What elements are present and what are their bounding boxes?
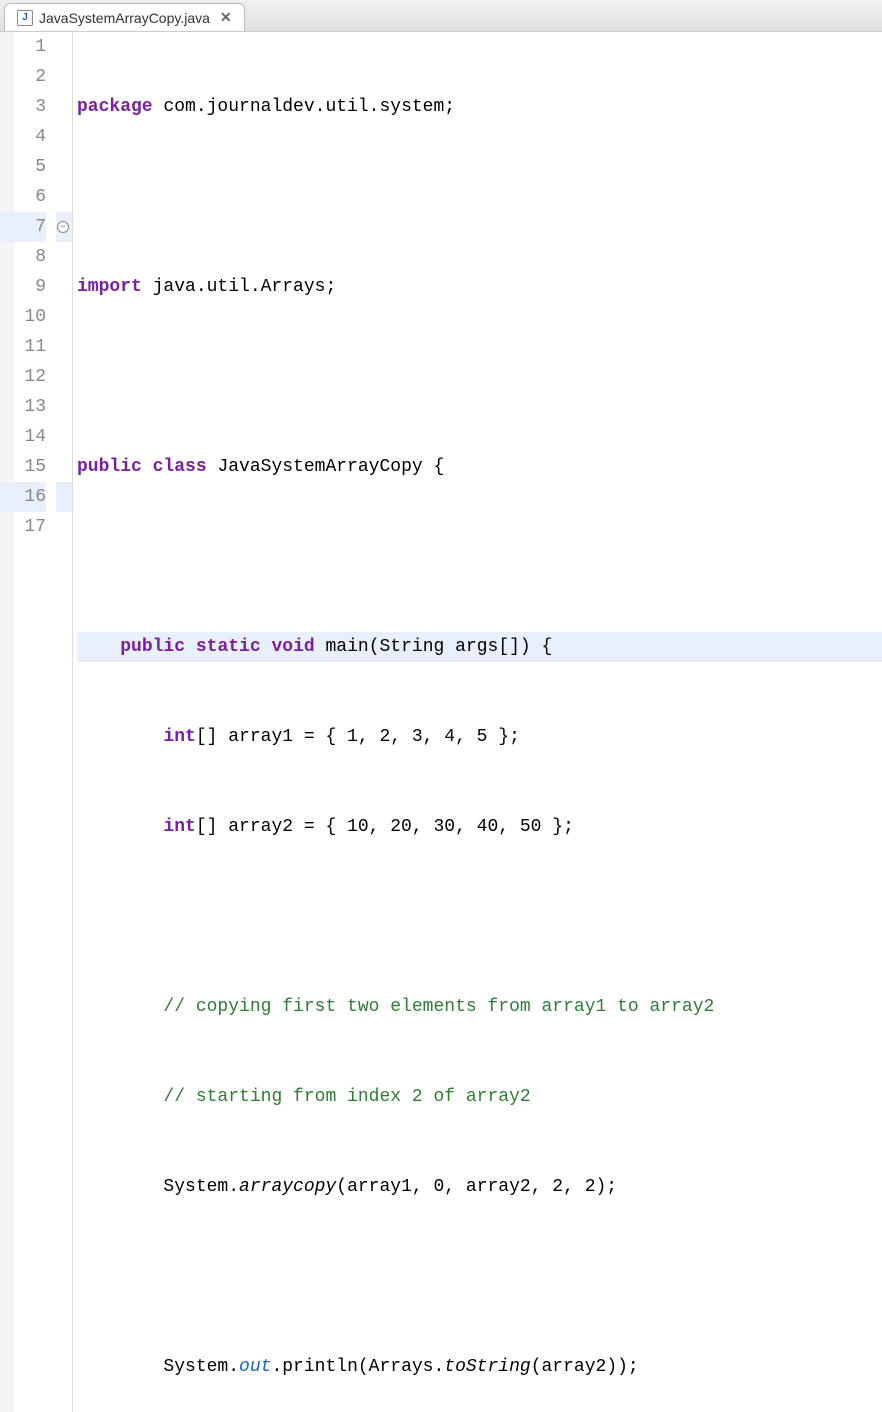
fold-toggle-icon[interactable]: −: [57, 221, 69, 233]
editor-tab[interactable]: J JavaSystemArrayCopy.java ✕: [4, 3, 245, 31]
line-numbers: 123 456 7 8910 111213 1415 16 17: [14, 32, 56, 1412]
keyword: public: [120, 637, 185, 657]
code-content[interactable]: package com.journaldev.util.system; impo…: [73, 32, 882, 1412]
fold-column: −: [56, 32, 72, 1412]
close-icon[interactable]: ✕: [220, 9, 232, 26]
keyword: public: [77, 457, 142, 477]
keyword: void: [271, 637, 314, 657]
keyword: int: [163, 817, 195, 837]
marker-column: [0, 32, 14, 1412]
keyword: class: [153, 457, 207, 477]
tab-bar: J JavaSystemArrayCopy.java ✕: [0, 0, 882, 32]
comment: // copying first two elements from array…: [163, 997, 714, 1017]
keyword: package: [77, 97, 153, 117]
code-editor[interactable]: 123 456 7 8910 111213 1415 16 17 −: [0, 32, 882, 1412]
java-file-icon: J: [17, 10, 33, 26]
tab-filename: JavaSystemArrayCopy.java: [39, 10, 210, 26]
comment: // starting from index 2 of array2: [163, 1087, 530, 1107]
gutter: 123 456 7 8910 111213 1415 16 17 −: [0, 32, 73, 1412]
editor-container: J JavaSystemArrayCopy.java ✕ 123 456 7 8…: [0, 0, 882, 1412]
keyword: static: [196, 637, 261, 657]
keyword: int: [163, 727, 195, 747]
keyword: import: [77, 277, 142, 297]
